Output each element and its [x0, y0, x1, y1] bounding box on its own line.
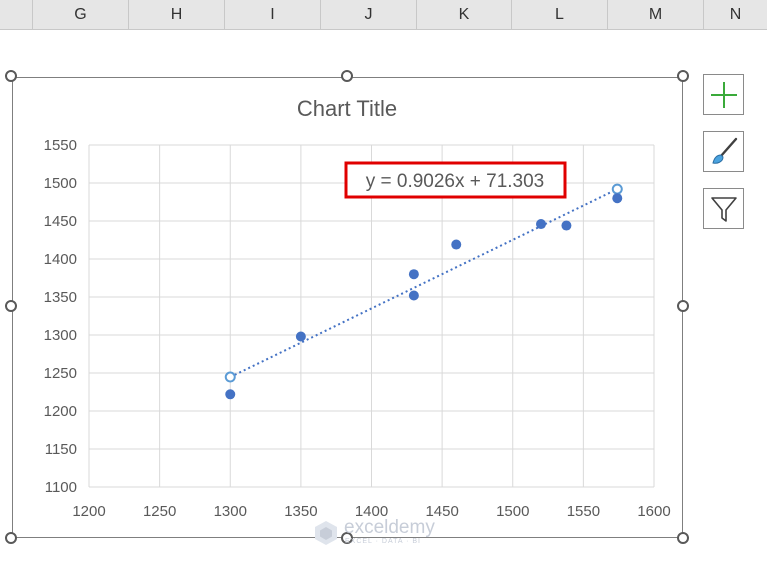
x-tick-label-6: 1500 — [496, 503, 529, 520]
data-point-0[interactable] — [225, 389, 236, 400]
data-point-7[interactable] — [612, 193, 623, 204]
y-tick-label-2: 1200 — [44, 403, 77, 420]
y-axis-tick-labels: 1100 1150 1200 1250 1300 1350 1400 1450 1500 1550 — [44, 137, 77, 496]
x-tick-label-2: 1300 — [214, 503, 247, 520]
column-header-row: G H I J K L M N — [0, 0, 767, 30]
trendline-endpoint-1[interactable] — [611, 183, 623, 195]
x-tick-label-1: 1250 — [143, 503, 176, 520]
column-header-k[interactable]: K — [417, 0, 512, 30]
y-tick-label-7: 1450 — [44, 213, 77, 230]
column-header-i[interactable]: I — [225, 0, 321, 30]
resize-handle-top-middle[interactable] — [341, 70, 353, 82]
y-tick-label-9: 1550 — [44, 137, 77, 154]
trendline-endpoint-0[interactable] — [224, 371, 236, 383]
y-tick-label-1: 1150 — [45, 441, 77, 458]
exceldemy-logo-icon — [315, 521, 337, 545]
data-points[interactable] — [225, 193, 623, 400]
resize-handle-middle-right[interactable] — [677, 300, 689, 312]
resize-handle-top-right[interactable] — [677, 70, 689, 82]
y-tick-label-5: 1350 — [44, 289, 77, 306]
data-point-1[interactable] — [295, 331, 306, 342]
funnel-icon — [710, 196, 737, 222]
scatter-chart[interactable]: 1200 1250 1300 1350 1400 1450 1500 1550 1600 110… — [13, 78, 682, 537]
watermark-tagline: EXCEL · DATA · BI — [345, 538, 421, 545]
resize-handle-middle-left[interactable] — [5, 300, 17, 312]
column-header-g[interactable]: G — [33, 0, 129, 30]
chart-styles-button[interactable] — [703, 131, 744, 172]
y-tick-label-8: 1500 — [44, 175, 77, 192]
x-tick-label-0: 1200 — [72, 503, 105, 520]
trendline-equation-label: y = 0.9026x + 71.303 — [366, 171, 545, 192]
trendline-group[interactable] — [224, 183, 623, 383]
column-header-blank[interactable] — [0, 0, 33, 30]
plus-icon — [710, 81, 737, 108]
y-tick-label-6: 1400 — [44, 251, 77, 268]
data-point-5[interactable] — [536, 219, 546, 230]
data-point-3[interactable] — [408, 290, 419, 301]
column-header-m[interactable]: M — [608, 0, 704, 30]
data-point-2[interactable] — [408, 269, 419, 280]
chart-title[interactable]: Chart Title — [297, 96, 397, 121]
column-header-j[interactable]: J — [321, 0, 417, 30]
watermark-name: exceldemy — [344, 517, 435, 538]
exceldemy-watermark: exceldemy EXCEL · DATA · BI — [312, 517, 462, 547]
resize-handle-bottom-right[interactable] — [677, 532, 689, 544]
resize-handle-top-left[interactable] — [5, 70, 17, 82]
chart-area[interactable]: 1200 1250 1300 1350 1400 1450 1500 1550 1600 110… — [12, 77, 683, 538]
trendline[interactable] — [229, 188, 618, 378]
chart-elements-button[interactable] — [703, 74, 744, 115]
column-header-h[interactable]: H — [129, 0, 225, 30]
data-point-6[interactable] — [561, 220, 572, 231]
brush-icon — [711, 137, 737, 164]
x-tick-label-7: 1550 — [567, 503, 600, 520]
y-tick-label-4: 1300 — [44, 327, 77, 344]
resize-handle-bottom-left[interactable] — [5, 532, 17, 544]
x-tick-label-8: 1600 — [637, 503, 670, 520]
chart-filters-button[interactable] — [703, 188, 744, 229]
data-point-4[interactable] — [451, 239, 462, 250]
y-tick-label-0: 1100 — [45, 479, 77, 496]
column-header-l[interactable]: L — [512, 0, 608, 30]
y-tick-label-3: 1250 — [44, 365, 77, 382]
column-header-n[interactable]: N — [704, 0, 767, 30]
